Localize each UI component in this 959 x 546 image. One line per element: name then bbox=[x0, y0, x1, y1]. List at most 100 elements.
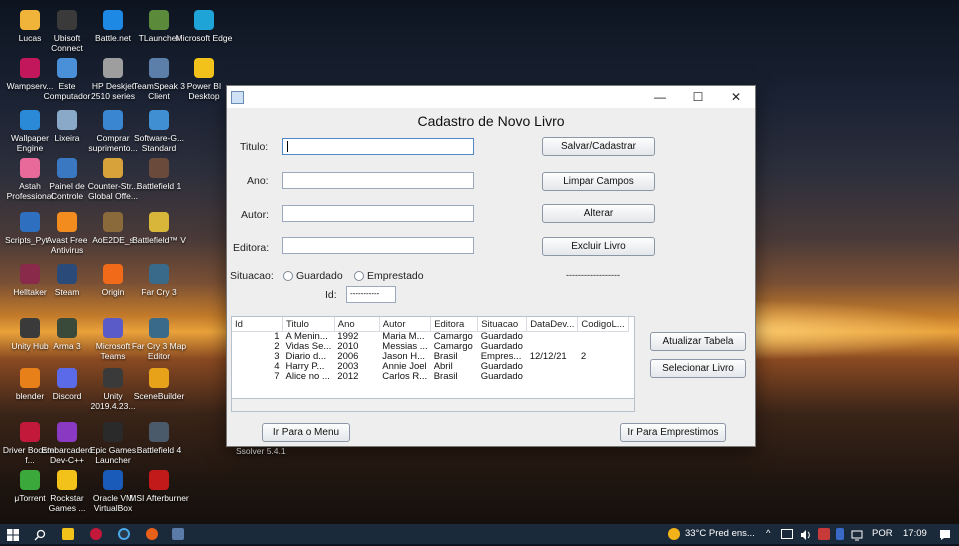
situacao-label: Situacao: bbox=[230, 270, 274, 282]
col-header-ano[interactable]: Ano bbox=[334, 317, 380, 332]
app-icon bbox=[57, 212, 77, 232]
col-header-editora[interactable]: Editora bbox=[430, 317, 479, 332]
display-tray-icon[interactable] bbox=[851, 528, 863, 541]
app-icon bbox=[149, 58, 169, 78]
books-table[interactable]: Id Titulo Ano Autor Editora Situacao Dat… bbox=[231, 316, 635, 411]
table-cell-id: 7 bbox=[274, 371, 280, 382]
steam-taskbar-icon[interactable] bbox=[118, 528, 130, 540]
id-field[interactable]: ----------- bbox=[346, 286, 396, 303]
desktop-partial-label: Ssolver 5.4.1 bbox=[236, 446, 286, 456]
language-indicator[interactable]: POR bbox=[872, 528, 893, 539]
col-header-id[interactable]: Id bbox=[232, 317, 283, 332]
desktop-icon[interactable]: MSI Afterburner bbox=[129, 464, 189, 522]
table-scroll-area bbox=[231, 398, 635, 412]
chrome-icon[interactable] bbox=[146, 528, 158, 540]
form-title: Cadastro de Novo Livro bbox=[417, 113, 565, 129]
table-cell-codigo bbox=[578, 332, 628, 343]
emprestado-radio-label[interactable]: Emprestado bbox=[367, 270, 424, 282]
clock[interactable]: 17:09 bbox=[903, 528, 927, 539]
col-header-autor[interactable]: Autor bbox=[379, 317, 432, 332]
app-icon bbox=[57, 470, 77, 490]
desktop-icon[interactable]: Battlefield 1 bbox=[129, 152, 189, 210]
weather-text[interactable]: 33°C Pred ens... bbox=[685, 528, 755, 539]
desktop-icon[interactable]: Battlefield™ V bbox=[129, 206, 189, 264]
limpar-campos-button[interactable]: Limpar Campos bbox=[542, 172, 655, 191]
status-text: ------------------ bbox=[566, 270, 620, 280]
emprestado-radio[interactable] bbox=[354, 271, 364, 281]
app-icon bbox=[103, 212, 123, 232]
table-cell-codigo bbox=[578, 362, 628, 372]
app-icon bbox=[57, 158, 77, 178]
app-icon bbox=[103, 110, 123, 130]
col-header-datadev[interactable]: DataDev... bbox=[526, 317, 579, 332]
app-icon bbox=[57, 10, 77, 30]
text-caret bbox=[287, 141, 288, 152]
maximize-button[interactable]: ☐ bbox=[679, 86, 717, 108]
app-icon bbox=[149, 158, 169, 178]
antivirus-tray-icon[interactable] bbox=[818, 528, 830, 540]
app-icon bbox=[103, 470, 123, 490]
app-icon bbox=[103, 318, 123, 338]
app-icon bbox=[149, 10, 169, 30]
app-icon bbox=[103, 58, 123, 78]
network-tray-icon[interactable] bbox=[836, 528, 844, 540]
autor-input[interactable] bbox=[282, 205, 474, 222]
weather-icon[interactable] bbox=[668, 528, 680, 540]
selecionar-livro-button[interactable]: Selecionar Livro bbox=[650, 359, 746, 378]
desktop-icon-label: Far Cry 3 bbox=[141, 287, 177, 297]
window-titlebar[interactable]: — ☐ ✕ bbox=[227, 86, 755, 108]
salvar-cadastrar-button[interactable]: Salvar/Cadastrar bbox=[542, 137, 655, 156]
search-icon[interactable] bbox=[34, 528, 46, 541]
close-button[interactable]: ✕ bbox=[717, 86, 755, 108]
table-row[interactable]: 7 Alice no ... 2012 Carlos R... Brasil Guarda… bbox=[232, 372, 628, 382]
desktop-icon[interactable]: SceneBuilder bbox=[129, 362, 189, 420]
ano-label: Ano: bbox=[247, 175, 269, 187]
windows-start-icon[interactable] bbox=[7, 528, 19, 541]
desktop-icon[interactable]: Far Cry 3 bbox=[129, 258, 189, 316]
desktop-icon-label: Power BI Desktop bbox=[186, 81, 222, 101]
guardado-radio-label[interactable]: Guardado bbox=[296, 270, 343, 282]
volume-icon[interactable] bbox=[800, 528, 812, 540]
alterar-button[interactable]: Alterar bbox=[542, 204, 655, 223]
book-register-window: — ☐ ✕ Cadastro de Novo Livro Titulo: Ano… bbox=[226, 85, 756, 447]
app-icon bbox=[57, 318, 77, 338]
excluir-livro-button[interactable]: Excluir Livro bbox=[542, 237, 655, 256]
app-icon bbox=[103, 264, 123, 284]
ano-input[interactable] bbox=[282, 172, 474, 189]
desktop-icon-label: Battlefield™ V bbox=[132, 235, 186, 245]
opera-icon[interactable] bbox=[90, 528, 102, 540]
desktop-icon[interactable]: Power BI Desktop bbox=[174, 52, 234, 110]
minimize-button[interactable]: — bbox=[641, 86, 679, 108]
app-icon bbox=[57, 422, 77, 442]
guardado-radio[interactable] bbox=[283, 271, 293, 281]
tray-overflow-icon[interactable]: ^ bbox=[766, 528, 770, 539]
table-cell-datadev bbox=[527, 332, 578, 343]
col-header-titulo[interactable]: Titulo bbox=[282, 317, 335, 332]
desktop-icon-label: Microsoft Edge bbox=[175, 33, 233, 43]
editora-input[interactable] bbox=[282, 237, 474, 254]
app-icon bbox=[149, 422, 169, 442]
file-explorer-icon[interactable] bbox=[62, 528, 74, 540]
app-icon bbox=[57, 58, 77, 78]
ir-para-menu-button[interactable]: Ir Para o Menu bbox=[262, 423, 350, 442]
ir-para-emprestimos-button[interactable]: Ir Para Emprestimos bbox=[620, 423, 726, 442]
app-icon bbox=[149, 318, 169, 338]
titulo-input[interactable] bbox=[282, 138, 474, 155]
app-icon bbox=[57, 264, 77, 284]
col-header-situacao[interactable]: Situacao bbox=[477, 317, 528, 332]
col-header-codigo[interactable]: CodigoL... bbox=[577, 317, 629, 332]
notifications-icon[interactable] bbox=[939, 528, 951, 540]
table-cell-codigo bbox=[578, 372, 628, 382]
app-icon bbox=[149, 264, 169, 284]
desktop-icon-label: Battlefield 4 bbox=[136, 445, 182, 455]
id-label: Id: bbox=[325, 289, 337, 301]
battery-icon[interactable] bbox=[781, 529, 793, 539]
java-app-icon bbox=[231, 91, 244, 104]
app-icon bbox=[103, 158, 123, 178]
table-cell-ano: 2012 bbox=[337, 371, 359, 382]
atualizar-tabela-button[interactable]: Atualizar Tabela bbox=[650, 332, 746, 351]
app-icon bbox=[149, 212, 169, 232]
app-icon bbox=[149, 368, 169, 388]
java-taskbar-icon[interactable] bbox=[172, 528, 184, 540]
desktop-icon-label: Software-G... Standard bbox=[133, 133, 185, 153]
